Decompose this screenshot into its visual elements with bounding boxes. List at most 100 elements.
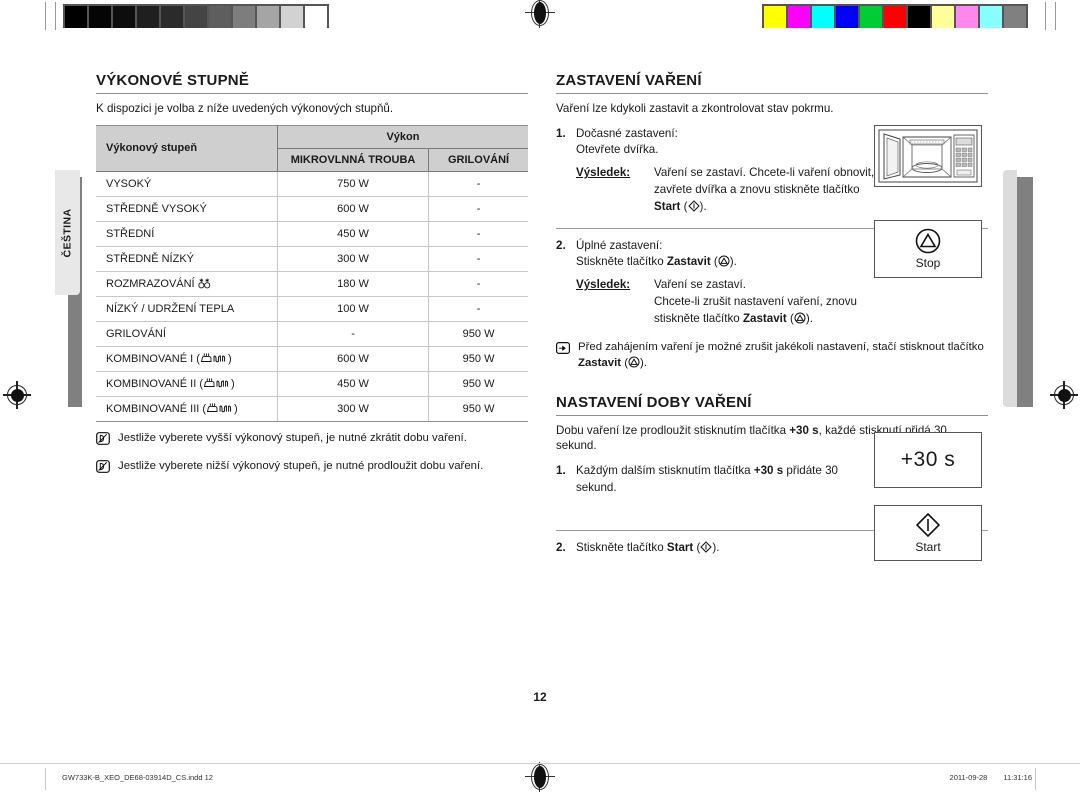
stop-cooking-intro: Vaření lze kdykoli zastavit a zkontrolov… [556, 102, 834, 115]
stop-glyph: (). [710, 255, 737, 269]
microwave-power-value: 300 W [277, 246, 430, 272]
time-step-2-pre: Stiskněte tlačítko [576, 541, 667, 555]
table-row: VYSOKÝ 750 W- [96, 171, 528, 197]
print-footer: GW733K-B_XEO_DE68-03914D_CS.indd 12 2011… [0, 763, 1080, 792]
power-level-label: VYSOKÝ [106, 177, 152, 190]
power-level-label: STŘEDNĚ NÍZKÝ [106, 252, 195, 265]
note-pencil-icon [96, 460, 110, 473]
time-step-1-number: 1. [556, 463, 566, 477]
stop-icon [915, 228, 941, 254]
table-row: STŘEDNĚ VYSOKÝ 600 W- [96, 196, 528, 222]
footer-time: 11:31:16 [1003, 773, 1032, 782]
table-row: STŘEDNĚ NÍZKÝ 300 W- [96, 246, 528, 272]
result-label-2: Výsledek: [576, 278, 631, 292]
note-text: Jestliže vyberete nižší výkonový stupeň,… [118, 460, 484, 473]
stop-step-2-result-line2: Chcete-li zrušit nastavení vaření, znovu… [654, 294, 876, 328]
stop-step-2-result: Výsledek: Vaření se zastaví. Chcete-li z… [576, 277, 876, 327]
stop-tip-text: Před zahájením vaření je možné zrušit ja… [578, 340, 984, 372]
table-row: GRILOVÁNÍ -950 W [96, 321, 528, 347]
time-step-2-number: 2. [556, 541, 566, 555]
left-column: VÝKONOVÉ STUPNĚ K dispozici je volba z n… [96, 72, 528, 478]
stop-button-ref-3: Zastavit [578, 356, 622, 369]
power-level-name: KOMBINOVANÉ III () [96, 396, 278, 422]
grill-power-value: - [428, 171, 528, 197]
power-level-note: Jestliže vyberete vyšší výkonový stupeň,… [96, 431, 528, 450]
stop-glyph-2: (). [786, 311, 813, 325]
note-pencil-icon [96, 431, 110, 450]
start-button-ref: Start [654, 199, 681, 213]
stop-button-ref: Zastavit [666, 255, 711, 269]
plus30s-button-illustration[interactable]: +30 s [874, 432, 982, 488]
grill-power-value: 950 W [428, 396, 528, 422]
power-levels-table: Výkonový stupeň Výkon MIKROVLNNÁ TROUBA … [96, 124, 528, 422]
footer-timestamp: 2011-09-28 11:31:16 [934, 773, 1032, 782]
cooking-time-title: NASTAVENÍ DOBY VAŘENÍ [556, 394, 988, 416]
microwave-power-value: 100 W [277, 296, 430, 322]
stop-step-2-result-text: Vaření se zastaví. Chcete-li zrušit nast… [654, 277, 876, 327]
power-level-name: STŘEDNÍ [96, 221, 278, 247]
grill-power-value: - [428, 296, 528, 322]
table-header-microwave: MIKROVLNNÁ TROUBA [277, 147, 430, 172]
microwave-power-value: 750 W [277, 171, 430, 197]
table-row: KOMBINOVANÉ I () 600 W 950 W [96, 346, 528, 372]
power-level-label: KOMBINOVANÉ I [106, 352, 194, 365]
stop-step-2-pre: Stiskněte tlačítko [576, 255, 667, 269]
microwave-power-value: 450 W [277, 371, 430, 397]
stop-step-1-result-text: Vaření se zastaví. Chcete-li vaření obno… [654, 165, 876, 215]
grill-power-value: - [428, 196, 528, 222]
cooking-time-intro-pre: Dobu vaření lze prodloužit stisknutím tl… [556, 423, 790, 437]
note-text: Jestliže vyberete vyšší výkonový stupeň,… [118, 431, 467, 444]
power-levels-title: VÝKONOVÉ STUPNĚ [96, 72, 528, 94]
start-button-illustration[interactable]: Start [874, 505, 982, 561]
start-glyph: (). [680, 199, 707, 213]
stop-button-caption: Stop [915, 256, 941, 270]
grill-power-value: 950 W [428, 371, 528, 397]
power-level-name: STŘEDNĚ VYSOKÝ [96, 196, 278, 222]
start-button-caption: Start [915, 540, 941, 554]
table-row: KOMBINOVANÉ III () 300 W 950 W [96, 396, 528, 422]
plus30-ref: +30 s [789, 423, 819, 437]
stop-step-1-line2: Otevřete dvířka. [576, 143, 659, 157]
table-row: KOMBINOVANÉ II () 450 W 950 W [96, 371, 528, 397]
power-level-name: GRILOVÁNÍ [96, 321, 278, 347]
microwave-power-value: 600 W [277, 346, 430, 372]
stop-button-illustration[interactable]: Stop [874, 220, 982, 278]
grill-power-value: - [428, 271, 528, 297]
grill-power-value: 950 W [428, 321, 528, 347]
microwave-power-value: 600 W [277, 196, 430, 222]
stop-step-2-line2: Stiskněte tlačítko Zastavit (). [576, 254, 876, 271]
power-level-note: Jestliže vyberete nižší výkonový stupeň,… [96, 459, 528, 478]
microwave-power-value: 180 W [277, 271, 430, 297]
power-level-label: KOMBINOVANÉ II [106, 377, 197, 390]
power-level-name: KOMBINOVANÉ I () [96, 346, 278, 372]
grill-power-value: - [428, 221, 528, 247]
grill-power-value: 950 W [428, 346, 528, 372]
microwave-power-value: 300 W [277, 396, 430, 422]
stop-step-1-result: Výsledek: Vaření se zastaví. Chcete-li v… [576, 165, 876, 215]
footer-filename: GW733K-B_XEO_DE68-03914D_CS.indd 12 [62, 773, 213, 782]
note-pencil-icon [96, 431, 110, 445]
power-level-name: ROZMRAZOVÁNÍ [96, 271, 278, 297]
power-level-name: NÍZKÝ / UDRŽENÍ TEPLA [96, 296, 278, 322]
result-label: Výsledek: [576, 166, 631, 180]
power-level-label: STŘEDNÍ [106, 227, 155, 240]
microwave-oven-illustration [874, 125, 982, 187]
pointing-hand-icon [556, 341, 571, 372]
microwave-power-value: - [277, 321, 430, 347]
table-header-power: Výkon [277, 124, 528, 149]
power-level-label: NÍZKÝ / UDRŽENÍ TEPLA [106, 302, 235, 315]
combi-icon [206, 402, 232, 412]
defrost-icon [198, 278, 210, 288]
stop-step-2-number: 2. [556, 238, 566, 252]
stop-tip-pre: Před zahájením vaření je možné zrušit ja… [578, 340, 984, 353]
stop-step-2-line1: Úplné zastavení: [576, 238, 663, 252]
stop-step-1-number: 1. [556, 126, 566, 140]
table-row: NÍZKÝ / UDRŽENÍ TEPLA 100 W- [96, 296, 528, 322]
power-level-label: KOMBINOVANÉ III [106, 402, 200, 415]
page-number: 12 [533, 690, 547, 704]
table-row: ROZMRAZOVÁNÍ 180 W- [96, 271, 528, 297]
power-level-label: ROZMRAZOVÁNÍ [106, 277, 195, 290]
microwave-power-value: 450 W [277, 221, 430, 247]
power-level-label: GRILOVÁNÍ [106, 327, 166, 340]
note-pencil-icon [96, 460, 110, 478]
